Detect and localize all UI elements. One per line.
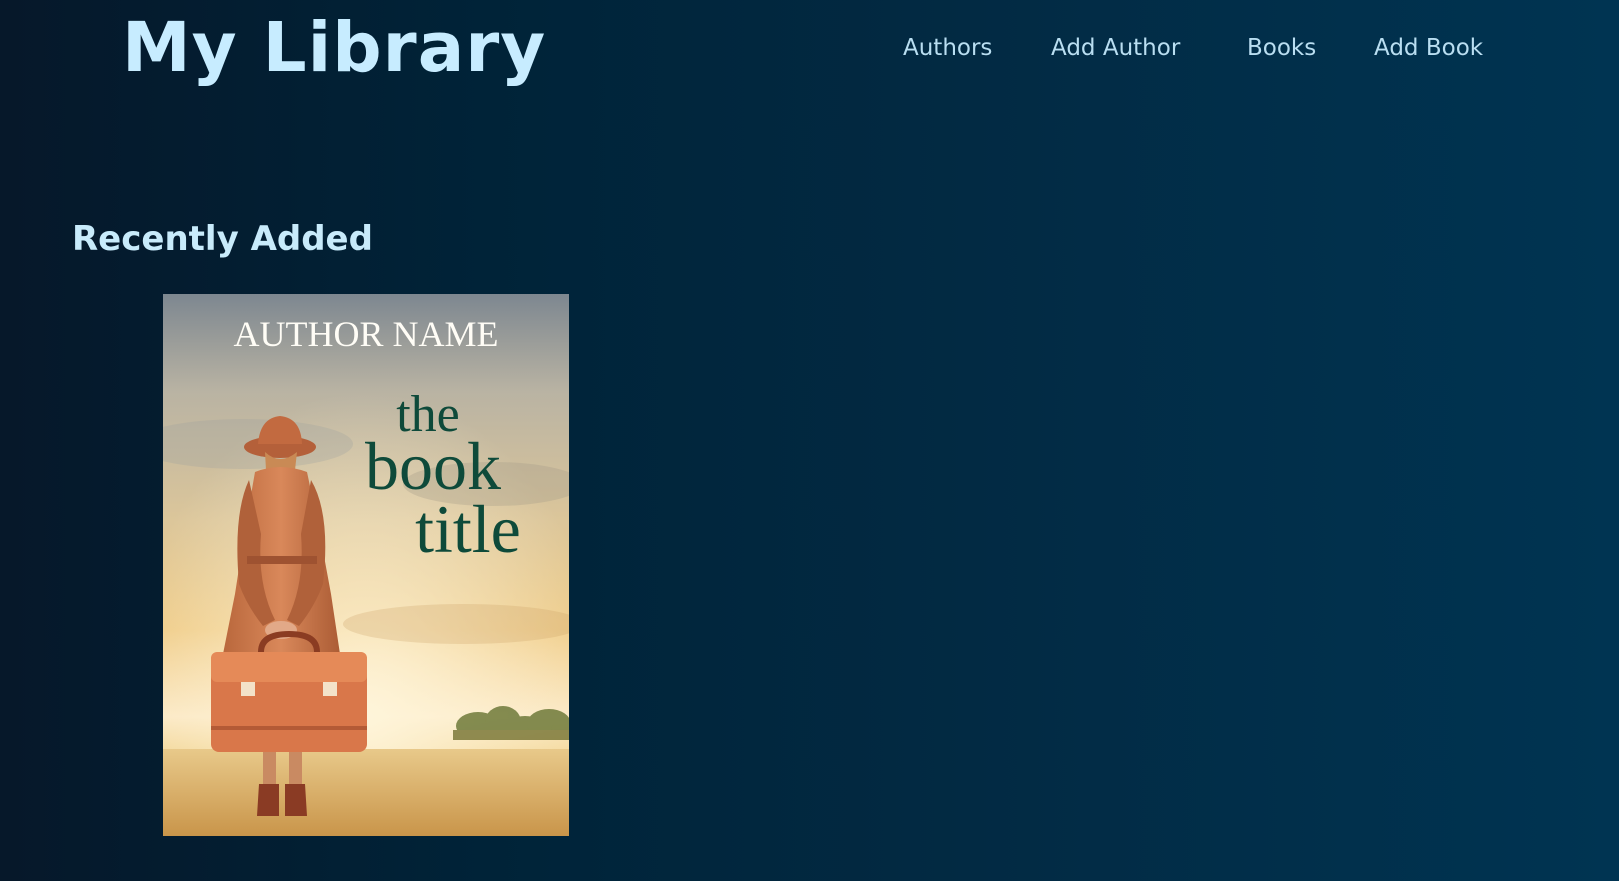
main-nav: Authors Add Author Books Add Book	[0, 30, 1619, 66]
book-cover-link[interactable]: AUTHOR NAME the book title	[163, 294, 569, 836]
cover-title-line3: title	[415, 491, 521, 567]
site-header: My Library Authors Add Author Books Add …	[0, 0, 1619, 110]
nav-authors-link[interactable]: Authors	[903, 30, 992, 66]
cover-author-text: AUTHOR NAME	[234, 314, 499, 354]
recently-added-heading: Recently Added	[72, 219, 373, 259]
nav-books-link[interactable]: Books	[1247, 30, 1316, 66]
nav-add-book-link[interactable]: Add Book	[1374, 30, 1483, 66]
book-cover-image: AUTHOR NAME the book title	[163, 294, 569, 836]
nav-add-author-link[interactable]: Add Author	[1051, 30, 1180, 66]
